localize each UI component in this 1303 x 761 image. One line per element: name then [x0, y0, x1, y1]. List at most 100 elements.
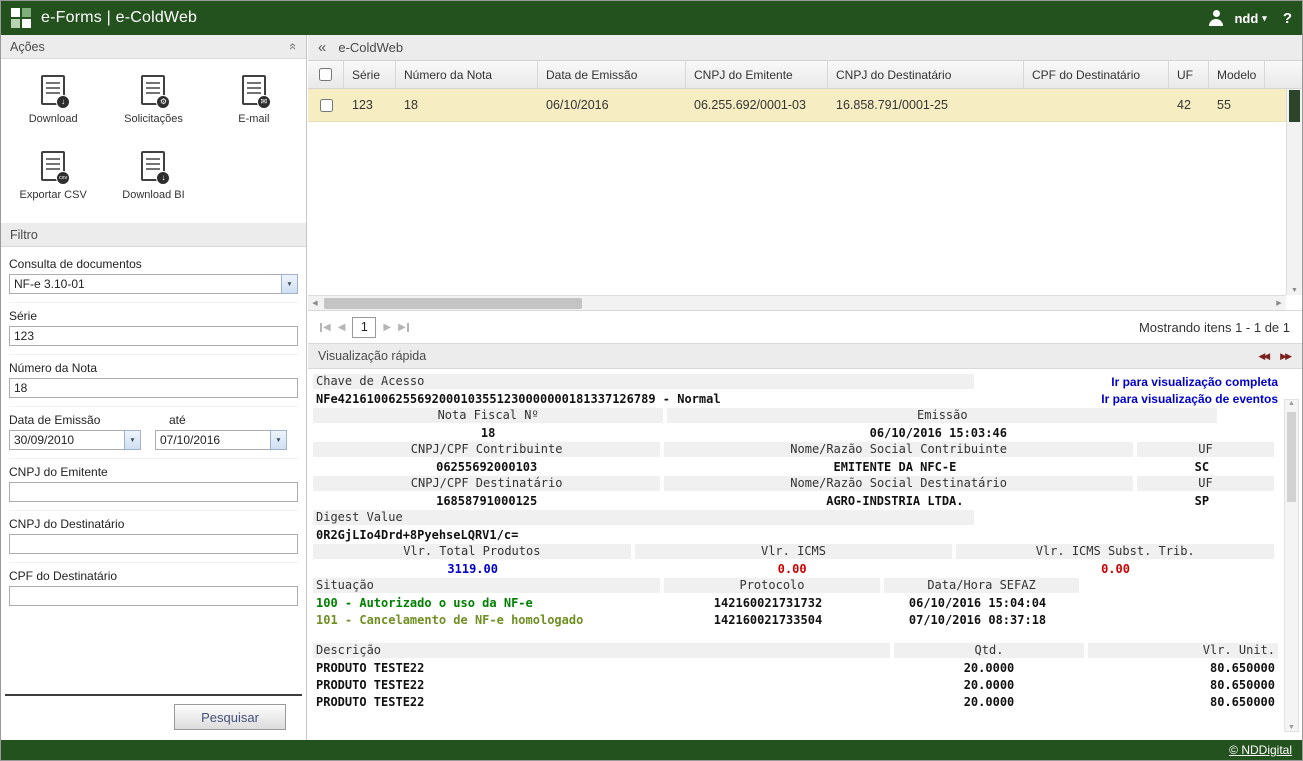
scroll-up-icon[interactable]: ▲ — [1285, 400, 1298, 407]
grid-header-row: Série Número da Nota Data de Emissão CNP… — [308, 61, 1302, 89]
scroll-down-icon[interactable]: ▼ — [1285, 724, 1298, 731]
col-numero-nota[interactable]: Número da Nota — [396, 61, 538, 88]
export-csv-action[interactable]: csv Exportar CSV — [3, 151, 103, 201]
status-badge: 101 - Cancelamento de NF-e homologado — [313, 613, 660, 627]
document-download-bi-icon: ↓ — [141, 151, 165, 181]
nome-contribuinte-label: Nome/Razão Social Contribuinte — [664, 442, 1133, 457]
download-action[interactable]: ↓ Download — [3, 75, 103, 125]
quickview-title: Visualização rápida — [318, 349, 426, 363]
paging-status: Mostrando itens 1 - 1 de 1 — [1139, 320, 1290, 335]
col-cnpj-destinatario[interactable]: CNPJ do Destinatário — [828, 61, 1024, 88]
link-visualizacao-completa[interactable]: Ir para visualização completa — [1111, 375, 1278, 389]
col-data-emissao[interactable]: Data de Emissão — [538, 61, 686, 88]
item-qtd: 20.0000 — [894, 661, 1084, 675]
item-qtd: 20.0000 — [894, 695, 1084, 709]
nome-contribuinte-value: EMITENTE DA NFC-E — [660, 460, 1129, 474]
cnpj-destinatario-input[interactable] — [9, 534, 298, 554]
serie-label: Série — [9, 309, 298, 323]
scrollbar-thumb[interactable] — [324, 298, 582, 309]
item-vlr-unit: 80.650000 — [1088, 661, 1278, 675]
cell-data-emissao: 06/10/2016 — [538, 89, 686, 121]
collapse-sidebar-icon[interactable]: « — [318, 39, 326, 56]
nome-destinatario-label: Nome/Razão Social Destinatário — [664, 476, 1133, 491]
first-page-button[interactable]: ◀ — [320, 322, 331, 333]
cpf-destinatario-input[interactable] — [9, 586, 298, 606]
solicitacoes-action[interactable]: ⚙ Solicitações — [103, 75, 203, 125]
vlr-icms-label: Vlr. ICMS — [635, 544, 953, 559]
cnpj-emitente-label: CNPJ do Emitente — [9, 465, 298, 479]
document-gear-icon: ⚙ — [141, 75, 165, 105]
consulta-value-input[interactable] — [9, 274, 281, 294]
list-item: PRODUTO TESTE22 20.0000 80.650000 — [313, 694, 1278, 709]
serie-input[interactable] — [9, 326, 298, 346]
collapse-panel-icon[interactable]: « — [286, 43, 301, 50]
help-icon[interactable]: ? — [1283, 10, 1292, 27]
quickview-vertical-scrollbar[interactable]: ▲ ▼ — [1284, 399, 1299, 732]
scroll-right-icon[interactable]: ▶ — [1272, 299, 1286, 307]
vlr-total-label: Vlr. Total Produtos — [313, 544, 631, 559]
data-ate-input[interactable] — [155, 430, 270, 450]
cnpj-emitente-input[interactable] — [9, 482, 298, 502]
scrollbar-thumb[interactable] — [1287, 412, 1296, 502]
results-grid: Série Número da Nota Data de Emissão CNP… — [308, 61, 1302, 311]
col-modelo[interactable]: Modelo — [1209, 61, 1265, 88]
quickview-header: Visualização rápida ◀◀ ▶▶ — [308, 344, 1302, 369]
last-page-button[interactable]: ▶ — [398, 322, 409, 333]
select-all-checkbox[interactable] — [319, 68, 332, 81]
app-title: e-Forms | e-ColdWeb — [41, 9, 197, 27]
scroll-down-icon[interactable]: ▼ — [1287, 287, 1302, 294]
document-download-icon: ↓ — [41, 75, 65, 105]
table-row[interactable]: 123 18 06/10/2016 06.255.692/0001-03 16.… — [308, 89, 1302, 122]
chevron-down-icon: ▾ — [1262, 13, 1267, 24]
cell-numero: 18 — [396, 89, 538, 121]
ate-label: até — [155, 413, 287, 427]
filter-panel-header: Filtro — [1, 223, 306, 247]
next-page-button[interactable]: ▶ — [383, 322, 391, 333]
col-serie[interactable]: Série — [344, 61, 396, 88]
digest-value-label: Digest Value — [313, 510, 974, 525]
chevron-down-icon[interactable]: ▼ — [124, 430, 141, 450]
item-descricao: PRODUTO TESTE22 — [313, 661, 894, 675]
numero-nota-input[interactable] — [9, 378, 298, 398]
grid-vertical-scrollbar[interactable]: ▼ — [1286, 89, 1302, 295]
main-panel-header: « e-ColdWeb — [308, 35, 1302, 61]
link-visualizacao-eventos[interactable]: Ir para visualização de eventos — [1101, 392, 1278, 406]
col-cpf-destinatario[interactable]: CPF do Destinatário — [1024, 61, 1169, 88]
filter-form: Consulta de documentos ▼ Série Número da… — [1, 247, 306, 694]
scroll-left-icon[interactable]: ◀ — [308, 299, 322, 307]
cnpj-destinatario-label: CNPJ/CPF Destinatário — [313, 476, 660, 491]
search-button[interactable]: Pesquisar — [174, 704, 286, 730]
status-row: 100 - Autorizado o uso da NF-e 142160021… — [313, 595, 1278, 610]
quickview-previous-icon[interactable]: ◀◀ — [1258, 351, 1270, 362]
filter-panel-title: Filtro — [10, 228, 38, 242]
actions-panel-title: Ações — [10, 40, 45, 54]
user-menu[interactable]: ndd ▾ — [1234, 11, 1266, 26]
email-action[interactable]: ✉ E-mail — [204, 75, 304, 125]
chave-acesso-value: NFe4216100625569200010355123000000018133… — [313, 392, 721, 406]
quickview-next-icon[interactable]: ▶▶ — [1280, 351, 1292, 362]
data-emissao-ate-picker[interactable]: ▼ — [155, 430, 287, 450]
consulta-label: Consulta de documentos — [9, 257, 298, 271]
nddigital-link[interactable]: © NDDigital — [1229, 743, 1292, 757]
footer-bar: © NDDigital — [1, 740, 1302, 760]
app-window: e-Forms | e-ColdWeb ndd ▾ ? Ações « ↓ Do… — [0, 0, 1303, 761]
row-checkbox[interactable] — [320, 99, 333, 112]
chevron-down-icon[interactable]: ▼ — [270, 430, 287, 450]
app-logo-icon — [11, 8, 31, 28]
chevron-down-icon[interactable]: ▼ — [281, 274, 298, 294]
consulta-select[interactable]: ▼ — [9, 274, 298, 294]
qtd-label: Qtd. — [894, 643, 1084, 658]
download-bi-action[interactable]: ↓ Download BI — [103, 151, 203, 201]
col-cnpj-emitente[interactable]: CNPJ do Emitente — [686, 61, 828, 88]
current-page-box[interactable]: 1 — [352, 317, 376, 338]
uf-contribuinte-label: UF — [1137, 442, 1274, 457]
previous-page-button[interactable]: ◀ — [338, 322, 346, 333]
user-icon — [1208, 10, 1224, 26]
col-uf[interactable]: UF — [1169, 61, 1209, 88]
data-emissao-de-picker[interactable]: ▼ — [9, 430, 141, 450]
data-de-input[interactable] — [9, 430, 124, 450]
scrollbar-thumb[interactable] — [1289, 90, 1300, 122]
action-label: Download — [29, 113, 78, 125]
grid-horizontal-scrollbar[interactable]: ◀ ▶ — [308, 295, 1286, 310]
nome-destinatario-value: AGRO-INDSTRIA LTDA. — [660, 494, 1129, 508]
